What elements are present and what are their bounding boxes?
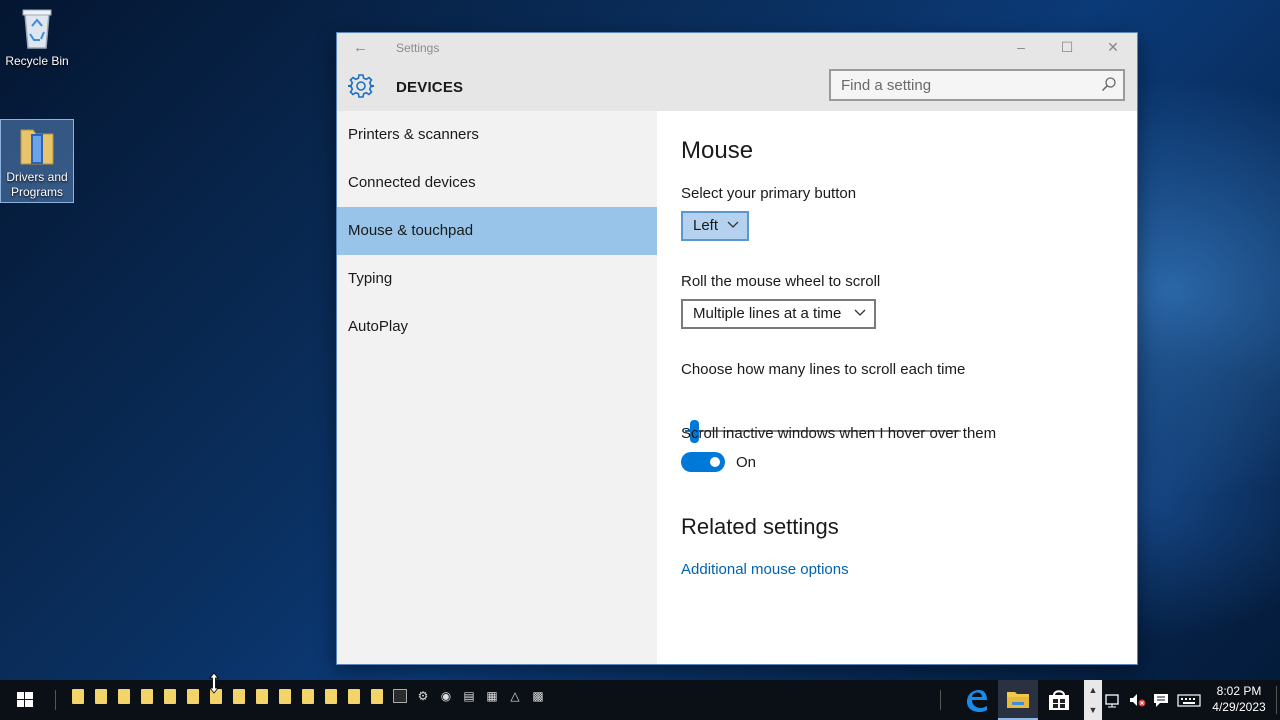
action-center-icon[interactable] [1151,690,1171,710]
app-icon[interactable]: ◉ [439,689,453,703]
recycle-bin-icon[interactable]: Recycle Bin [0,6,74,69]
primary-button-dropdown[interactable]: Left [681,211,749,241]
taskbar-separator [940,690,941,710]
volume-muted-icon[interactable] [1127,690,1147,710]
taskbar-separator [55,690,56,710]
store-icon[interactable] [1039,680,1079,720]
folder-icon[interactable] [141,689,153,704]
search-box[interactable] [829,69,1125,101]
folder-icon[interactable] [72,689,84,704]
show-hidden-icons-button[interactable]: ▲ ▼ [1084,680,1102,720]
primary-button-label: Select your primary button [681,185,857,202]
taskbar: ⚙ ◉ ▤ ▦ △ ▩ ▲ ▼ 8:02 PM 4/29/2023 [0,680,1280,720]
app-icon[interactable]: ▩ [531,689,545,703]
nav-item-typing[interactable]: Typing [337,255,657,303]
edge-icon[interactable] [956,680,996,720]
keyboard-icon[interactable] [1177,690,1201,710]
nav-item-printers-scanners[interactable]: Printers & scanners [337,111,657,159]
additional-mouse-options-link[interactable]: Additional mouse options [681,561,849,578]
chevron-down-icon [854,309,866,316]
page-title: Mouse [681,137,754,164]
lines-slider-label: Choose how many lines to scroll each tim… [681,361,966,378]
section-title: DEVICES [396,79,464,96]
nav-item-mouse-touchpad[interactable]: Mouse & touchpad [337,207,657,255]
network-icon[interactable] [1103,690,1123,710]
folder-icon[interactable] [371,689,383,704]
folder-icon[interactable] [279,689,291,704]
close-button[interactable]: ✕ [1103,39,1123,56]
settings-content: Mouse Select your primary button Left Ro… [681,111,1137,664]
related-settings-heading: Related settings [681,514,839,539]
search-input[interactable] [831,71,1091,99]
folder-icon[interactable] [302,689,314,704]
folder-icon[interactable] [325,689,337,704]
app-icon[interactable]: ▦ [485,689,499,703]
minimize-button[interactable]: – [1011,39,1031,55]
settings-window: ← Settings – ☐ ✕ DEVICES Printers & scan… [337,33,1137,664]
window-title: Settings [396,41,440,55]
toggle-knob [710,457,720,467]
folder-icon[interactable] [256,689,268,704]
inactive-scroll-toggle[interactable] [681,452,725,472]
file-explorer-icon[interactable] [998,680,1038,720]
folder-icon[interactable] [118,689,130,704]
nav-item-connected-devices[interactable]: Connected devices [337,159,657,207]
resize-cursor-icon [209,672,219,694]
box-icon[interactable]: △ [508,689,522,703]
clock-time: 8:02 PM [1216,684,1262,698]
drivers-and-programs-label: Drivers and Programs [6,170,68,199]
folder-icon[interactable] [187,689,199,704]
toggle-state-text: On [736,454,757,471]
app-icon[interactable]: ⚙ [416,689,430,703]
folder-icon [20,129,54,165]
inactive-scroll-label: Scroll inactive windows when I hover ove… [681,425,997,442]
nav-item-autoplay[interactable]: AutoPlay [337,303,657,351]
notepad-icon[interactable]: ▤ [462,689,476,703]
wheel-scroll-value: Multiple lines at a time [693,305,842,322]
wheel-scroll-dropdown[interactable]: Multiple lines at a time [681,299,876,329]
primary-button-value: Left [693,217,719,234]
title-bar: ← Settings – ☐ ✕ [337,33,1137,63]
search-icon [1101,77,1116,92]
settings-header: DEVICES [337,63,1137,111]
drivers-and-programs-icon[interactable]: Drivers and Programs [0,119,74,203]
chevron-down-icon [727,221,739,228]
windows-start-icon[interactable] [0,680,48,720]
folder-icon[interactable] [95,689,107,704]
gear-icon [348,74,374,98]
folder-icon[interactable] [164,689,176,704]
folder-icon[interactable] [233,689,245,704]
folder-icon[interactable] [348,689,360,704]
wheel-scroll-label: Roll the mouse wheel to scroll [681,273,881,290]
recycle-bin-label: Recycle Bin [5,54,69,68]
show-desktop-button[interactable] [1276,686,1277,714]
taskbar-clock[interactable]: 8:02 PM 4/29/2023 [1206,683,1272,715]
recycle-bin-glyph-icon [22,9,52,49]
7zip-icon[interactable] [393,689,407,703]
clock-date: 4/29/2023 [1212,700,1266,714]
back-arrow-icon[interactable]: ← [353,39,368,56]
settings-nav: Printers & scanners Connected devices Mo… [337,111,657,664]
maximize-button[interactable]: ☐ [1057,39,1077,56]
